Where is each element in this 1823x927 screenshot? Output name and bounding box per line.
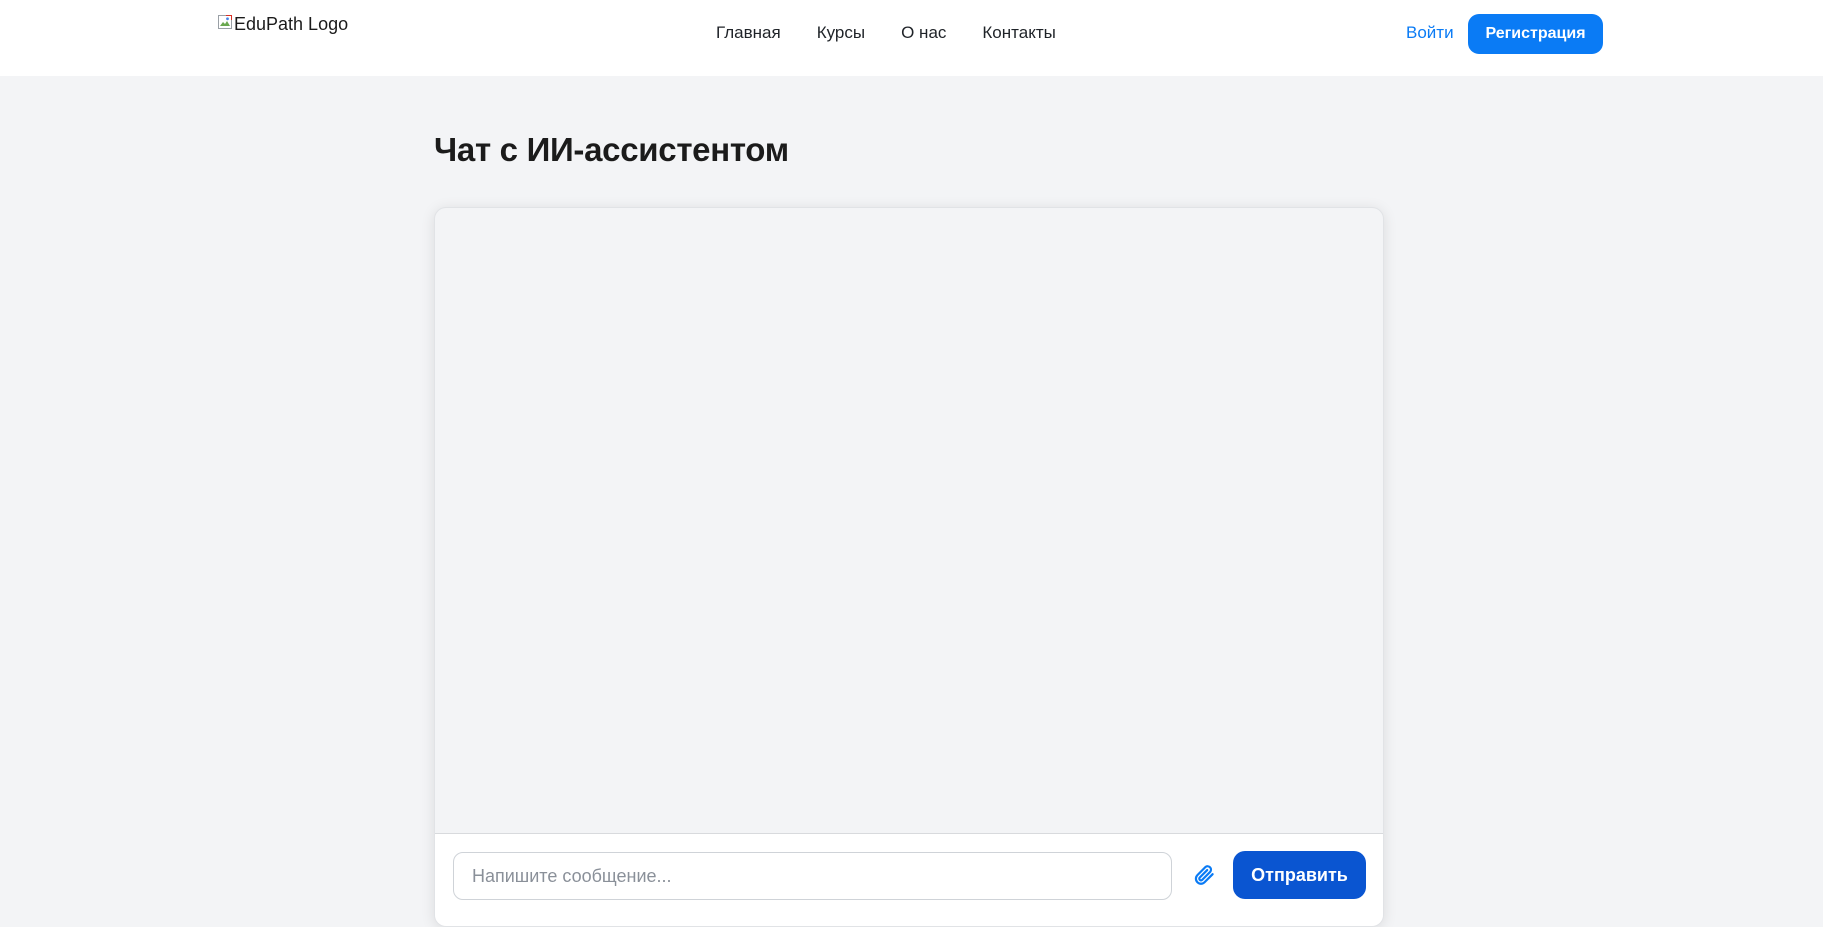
page-title: Чат с ИИ-ассистентом [434, 131, 789, 168]
logo[interactable]: EduPath Logo [217, 13, 348, 35]
logo-alt-text: EduPath Logo [234, 14, 349, 34]
nav-item-courses[interactable]: Курсы [817, 22, 865, 44]
nav-item-home[interactable]: Главная [716, 22, 781, 44]
send-button[interactable]: Отправить [1233, 851, 1366, 899]
site-header: EduPath Logo Главная Курсы О нас Контакт… [0, 0, 1823, 76]
message-input[interactable] [453, 852, 1172, 900]
chat-input-bar: Отправить [435, 833, 1383, 926]
chat-panel: Отправить [434, 207, 1384, 927]
broken-image-icon [217, 14, 233, 30]
paperclip-icon [1193, 864, 1215, 889]
nav-item-contacts[interactable]: Контакты [982, 22, 1055, 44]
login-link[interactable]: Войти [1406, 22, 1454, 44]
main-nav: Главная Курсы О нас Контакты [716, 22, 1056, 44]
attach-button[interactable] [1190, 862, 1218, 890]
chat-messages-area[interactable] [435, 208, 1383, 833]
register-button[interactable]: Регистрация [1468, 14, 1603, 54]
nav-item-about[interactable]: О нас [901, 22, 946, 44]
